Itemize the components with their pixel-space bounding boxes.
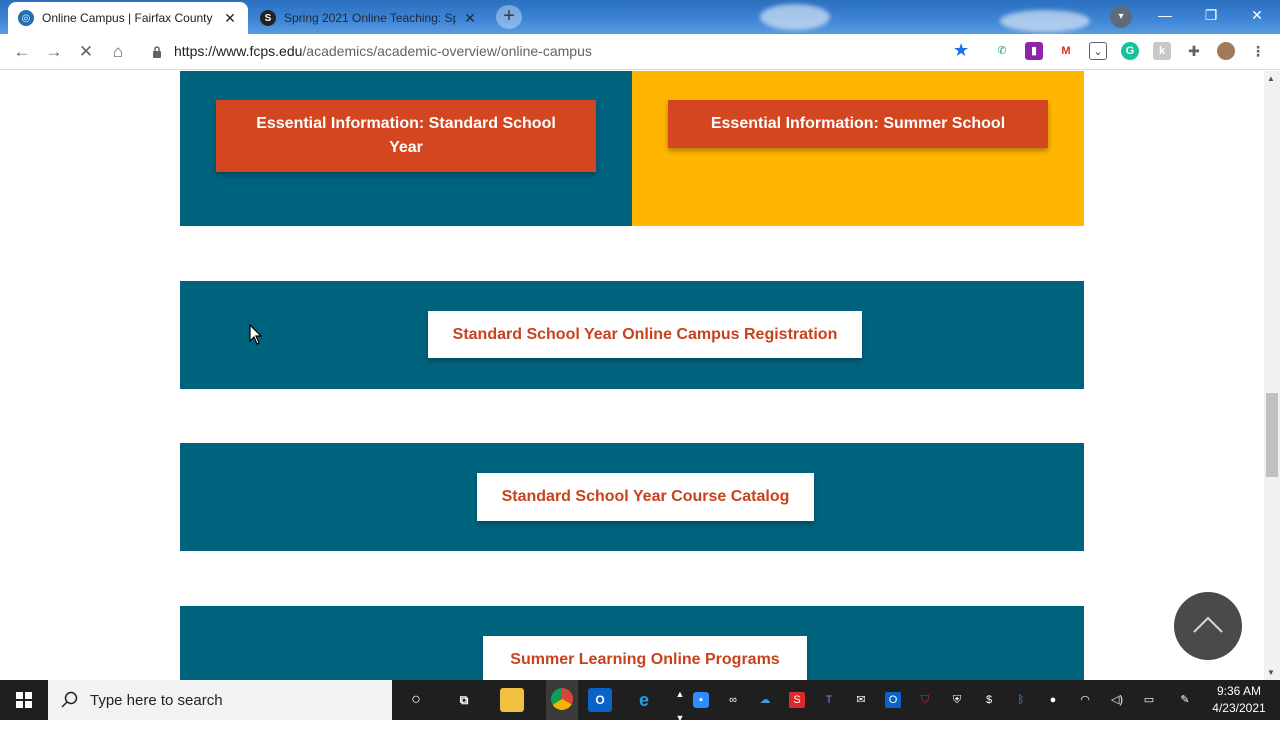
profile-avatar[interactable]: [1217, 42, 1235, 60]
file-explorer-icon[interactable]: [500, 688, 524, 712]
browser-toolbar: ← → ✕ ⌂ https://www.fcps.edu/academics/a…: [0, 34, 1280, 70]
outlook-icon[interactable]: O: [588, 688, 612, 712]
tab-title: Spring 2021 Online Teaching: Sp: [284, 11, 456, 25]
internet-explorer-icon[interactable]: e: [632, 688, 656, 712]
forward-arrow-icon[interactable]: →: [42, 40, 66, 64]
url-path: /academics/academic-overview/online-camp…: [302, 43, 592, 59]
bluetooth-tray-icon[interactable]: ᛒ: [1013, 692, 1029, 708]
onedrive-tray-icon[interactable]: ☁: [757, 692, 773, 708]
page-content: Essential Information: Standard School Y…: [0, 71, 1264, 680]
bookmark-star-icon[interactable]: ★: [953, 40, 969, 61]
address-bar[interactable]: https://www.fcps.edu/academics/academic-…: [174, 43, 592, 59]
search-placeholder: Type here to search: [90, 691, 223, 709]
scrollbar-thumb[interactable]: [1266, 393, 1278, 477]
chevron-up-icon: [1193, 616, 1223, 633]
more-menu-icon[interactable]: ⋮: [1249, 42, 1267, 60]
close-tab-icon[interactable]: ✕: [462, 10, 478, 27]
summer-school-panel: Essential Information: Summer School: [632, 71, 1084, 226]
taskbar-clock[interactable]: 9:36 AM 4/23/2021: [1208, 683, 1270, 717]
lock-icon[interactable]: [152, 45, 162, 59]
onenote-extension-icon[interactable]: ▮: [1025, 42, 1043, 60]
grammarly-extension-icon[interactable]: G: [1121, 42, 1139, 60]
page-scrollbar[interactable]: [1264, 71, 1280, 680]
security-tray-icon[interactable]: ⛨: [949, 692, 965, 708]
summer-learning-section: Summer Learning Online Programs: [180, 606, 1084, 680]
mail-tray-icon[interactable]: ✉: [853, 692, 869, 708]
phone-extension-icon[interactable]: ✆: [993, 42, 1011, 60]
clock-date: 4/23/2021: [1212, 701, 1266, 715]
microphone-tray-icon[interactable]: ●: [1045, 692, 1061, 708]
teams-tray-icon[interactable]: T: [821, 692, 837, 708]
close-tab-icon[interactable]: ✕: [222, 10, 238, 27]
scroll-up-arrow-icon[interactable]: ▲: [1267, 74, 1275, 83]
windows-taskbar: Type here to search ○ ⧉ O e ▲ ▼ ▪ ∞ ☁ S T…: [0, 680, 1280, 723]
registration-button[interactable]: Standard School Year Online Campus Regis…: [428, 311, 862, 358]
generic-extension-icon[interactable]: k: [1153, 42, 1171, 60]
pocket-extension-icon[interactable]: ⌄: [1089, 42, 1107, 60]
screencastify-tray-icon[interactable]: S: [789, 692, 805, 708]
new-tab-button[interactable]: +: [496, 5, 522, 29]
scroll-down-arrow-icon[interactable]: ▼: [1267, 668, 1275, 677]
browser-tab-strip: ◎ Online Campus | Fairfax County P ✕ S S…: [0, 0, 1280, 34]
button-label-line2: Year: [389, 139, 423, 156]
tab-online-campus[interactable]: ◎ Online Campus | Fairfax County P ✕: [8, 2, 248, 34]
search-icon: [61, 691, 78, 708]
wifi-tray-icon[interactable]: ◠: [1077, 692, 1093, 708]
home-icon[interactable]: ⌂: [106, 40, 130, 64]
battery-tray-icon[interactable]: ▭: [1141, 692, 1157, 708]
minimize-window-button[interactable]: —: [1142, 0, 1188, 30]
task-view-icon[interactable]: ⧉: [452, 688, 476, 712]
fcps-logo-icon: ◎: [18, 10, 34, 26]
sky-cloud-decoration: [760, 4, 830, 30]
essential-info-section: Essential Information: Standard School Y…: [180, 71, 1084, 226]
screencastify-icon: S: [260, 10, 276, 26]
catalog-section: Standard School Year Course Catalog: [180, 443, 1084, 551]
mouse-cursor-icon: [249, 324, 263, 345]
windows-start-icon[interactable]: [0, 680, 48, 720]
taskbar-search-box[interactable]: Type here to search: [48, 680, 392, 720]
cortana-icon[interactable]: ○: [404, 688, 428, 712]
summer-learning-button[interactable]: Summer Learning Online Programs: [483, 636, 807, 680]
registration-section: Standard School Year Online Campus Regis…: [180, 281, 1084, 389]
tab-search-icon[interactable]: ▾: [1110, 6, 1132, 28]
tab-spring-2021[interactable]: S Spring 2021 Online Teaching: Sp ✕: [250, 2, 488, 34]
clock-time: 9:36 AM: [1216, 684, 1262, 698]
outlook-tray-icon[interactable]: O: [885, 692, 901, 708]
pen-tray-icon[interactable]: ✎: [1177, 692, 1193, 708]
stop-loading-icon[interactable]: ✕: [74, 40, 98, 64]
tray-overflow-icon[interactable]: ▲ ▼: [668, 682, 692, 723]
essential-info-summer-button[interactable]: Essential Information: Summer School: [668, 100, 1048, 148]
essential-info-standard-button[interactable]: Essential Information: Standard School Y…: [216, 100, 596, 172]
back-arrow-icon[interactable]: ←: [10, 40, 34, 64]
url-domain: https://www.fcps.edu: [174, 43, 303, 59]
creative-cloud-tray-icon[interactable]: ∞: [725, 692, 741, 708]
sky-cloud-decoration: [1000, 10, 1090, 32]
dollar-tray-icon[interactable]: $: [981, 692, 997, 708]
scroll-to-top-button[interactable]: [1174, 592, 1242, 660]
mcafee-tray-icon[interactable]: ⛉: [917, 692, 933, 708]
restore-window-button[interactable]: ❐: [1188, 0, 1234, 30]
zoom-tray-icon[interactable]: ▪: [693, 692, 709, 708]
close-window-button[interactable]: ✕: [1234, 0, 1280, 30]
tab-title: Online Campus | Fairfax County P: [42, 11, 216, 25]
volume-tray-icon[interactable]: ◁): [1109, 692, 1125, 708]
extensions-puzzle-icon[interactable]: ✚: [1185, 42, 1203, 60]
course-catalog-button[interactable]: Standard School Year Course Catalog: [477, 473, 814, 521]
chrome-taskbar-icon[interactable]: [546, 680, 578, 720]
gmail-extension-icon[interactable]: M: [1057, 42, 1075, 60]
standard-year-panel: Essential Information: Standard School Y…: [180, 71, 632, 226]
button-label-line1: Essential Information: Standard School: [256, 115, 556, 132]
